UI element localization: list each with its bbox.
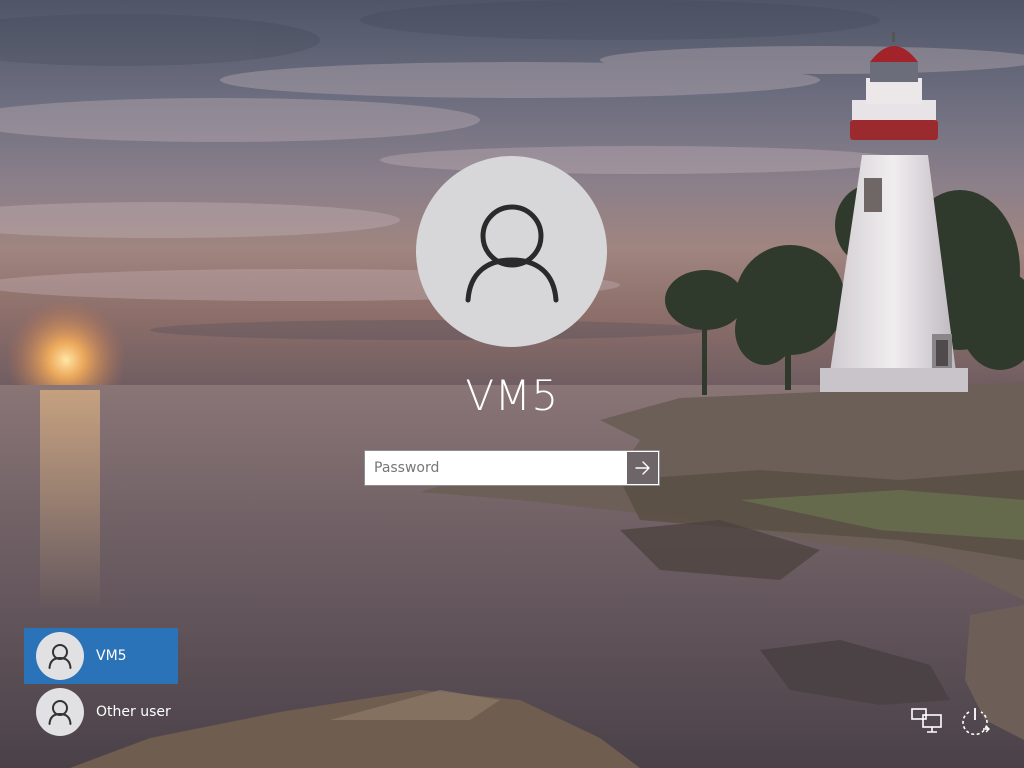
user-tile-label: Other user [96,704,171,720]
account-avatar [416,156,607,347]
user-tile-vm5[interactable]: VM5 [24,628,178,684]
user-icon [48,700,72,725]
avatar [36,688,84,736]
submit-button[interactable] [627,452,658,484]
user-tile-other-user[interactable]: Other user [24,684,178,740]
power-button[interactable] [958,704,992,738]
password-input[interactable] [365,451,627,485]
user-icon [465,204,558,302]
account-name: VM5 [465,371,559,420]
user-list: VM5 Other user [24,628,178,740]
network-icon [911,708,942,733]
password-field-container [364,450,660,486]
user-icon [48,644,72,669]
network-button[interactable] [910,704,944,738]
power-icon [962,708,990,736]
arrow-right-icon [634,461,650,475]
user-tile-label: VM5 [96,648,127,664]
avatar [36,632,84,680]
